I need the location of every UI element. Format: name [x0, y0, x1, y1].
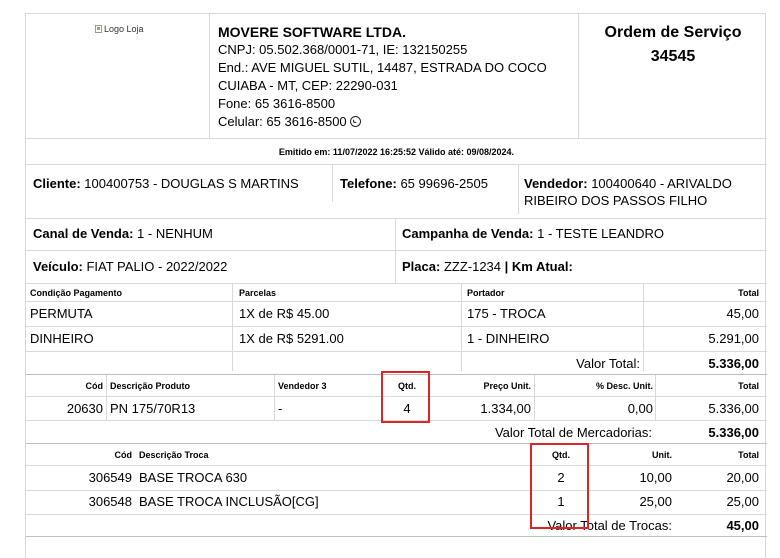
store-logo: Logo Loja [95, 22, 155, 36]
qty-highlight-box [381, 371, 430, 423]
product-header-description: Descrição Produto [110, 381, 191, 391]
product-header-code: Cód [85, 381, 104, 391]
company-address: End.: AVE MIGUEL SUTIL, 14487, ESTRADA D… [218, 60, 547, 75]
trade-row-1-unit: 10,00 [639, 470, 672, 485]
payment-header-carrier: Portador [467, 288, 505, 298]
company-phone: Fone: 65 3616-8500 [218, 96, 336, 111]
trade-row-2-unit: 25,00 [639, 494, 672, 509]
trade-row-2-description: BASE TROCA INCLUSÃO[CG] [139, 494, 319, 509]
client-phone-info: Telefone: 65 99696-2505 [340, 176, 488, 191]
trade-header-code: Cód [114, 450, 133, 460]
payment-row-2-total: 5.291,00 [708, 331, 759, 346]
product-row-1-seller: - [278, 401, 283, 416]
payment-row-2-installments: 1X de R$ 5291.00 [239, 331, 344, 346]
trade-row-1-description: BASE TROCA 630 [139, 470, 248, 485]
trade-row-2-code: 306548 [88, 494, 132, 509]
company-city: CUIABA - MT, CEP: 22290-031 [218, 78, 398, 93]
payment-row-2-carrier: 1 - DINHEIRO [467, 331, 550, 346]
emission-info: Emitido em: 11/07/2022 16:25:52 Válido a… [278, 147, 515, 157]
seller-info-continued: RIBEIRO DOS PASSOS FILHO [524, 193, 708, 208]
trade-qty-highlight-box [530, 443, 589, 529]
trades-total-value: 45,00 [726, 518, 759, 533]
product-header-unit-price: Preço Unit. [483, 381, 531, 391]
trade-header-unit: Unit. [652, 450, 672, 460]
trade-row-1-total: 20,00 [726, 470, 759, 485]
trade-row-2-total: 25,00 [726, 494, 759, 509]
product-header-seller: Vendedor 3 [278, 381, 327, 391]
client-info: Cliente: 100400753 - DOUGLAS S MARTINS [33, 176, 299, 191]
payment-row-1-total: 45,00 [726, 306, 759, 321]
vehicle-info: Veículo: FIAT PALIO - 2022/2022 [33, 259, 228, 274]
company-mobile: Celular: 65 3616-8500 [218, 113, 361, 131]
payment-header-total: Total [738, 288, 759, 298]
product-row-1-total: 5.336,00 [708, 401, 759, 416]
payment-header-installments: Parcelas [239, 288, 277, 298]
broken-image-icon [95, 25, 102, 33]
product-row-1-description: PN 175/70R13 [110, 401, 196, 416]
payment-row-1-installments: 1X de R$ 45.00 [239, 306, 330, 321]
product-header-total: Total [738, 381, 759, 391]
product-header-discount: % Desc. Unit. [595, 381, 653, 391]
payment-header-condition: Condição Pagamento [30, 288, 123, 298]
payment-row-2-condition: DINHEIRO [30, 331, 94, 346]
service-order-document: Logo Loja MOVERE SOFTWARE LTDA. CNPJ: 05… [25, 13, 767, 558]
order-title: Ordem de Serviço [604, 24, 742, 41]
whatsapp-icon [349, 116, 361, 127]
products-total-label: Valor Total de Mercadorias: [494, 425, 652, 440]
trade-row-1-code: 306549 [88, 470, 132, 485]
product-row-1-unit-price: 1.334,00 [480, 401, 531, 416]
company-name: MOVERE SOFTWARE LTDA. [218, 24, 406, 40]
logo-alt-text: Logo Loja [104, 24, 144, 34]
order-number: 34545 [650, 48, 696, 65]
sales-campaign: Campanha de Venda: 1 - TESTE LEANDRO [402, 226, 665, 241]
trade-header-description: Descrição Troca [139, 450, 209, 460]
plate-info: Placa: ZZZ-1234 | Km Atual: [402, 259, 573, 274]
products-total-value: 5.336,00 [708, 425, 759, 440]
company-cnpj: CNPJ: 05.502.368/0001-71, IE: 132150255 [218, 42, 468, 57]
product-row-1-discount: 0,00 [627, 401, 653, 416]
payment-row-1-carrier: 175 - TROCA [467, 306, 546, 321]
seller-info: Vendedor: 100400640 - ARIVALDO [524, 176, 732, 191]
payment-row-1-condition: PERMUTA [30, 306, 93, 321]
sales-channel: Canal de Venda: 1 - NENHUM [33, 226, 213, 241]
trade-header-total: Total [738, 450, 759, 460]
payment-total-label: Valor Total: [576, 356, 640, 371]
product-row-1-code: 20630 [66, 401, 103, 416]
payment-total-value: 5.336,00 [708, 356, 759, 371]
